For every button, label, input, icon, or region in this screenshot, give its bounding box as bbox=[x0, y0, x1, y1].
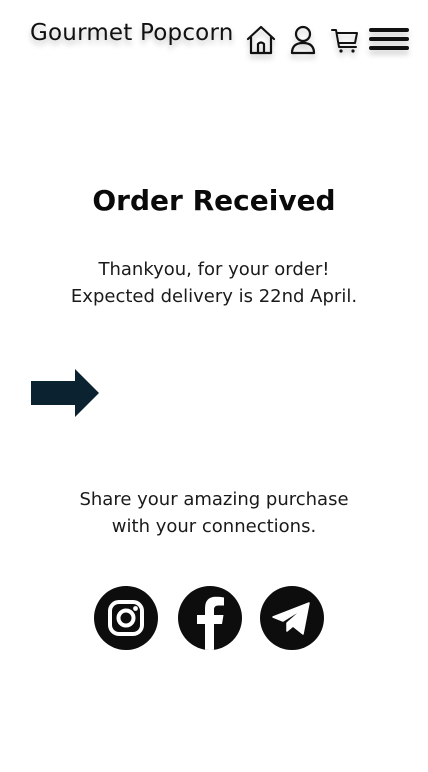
brand-title[interactable]: Gourmet Popcorn bbox=[30, 20, 233, 46]
share-text-line2: with your connections. bbox=[111, 516, 317, 537]
instagram-icon[interactable] bbox=[94, 586, 158, 650]
menu-icon[interactable] bbox=[368, 24, 410, 60]
arrow-right-icon[interactable] bbox=[30, 368, 100, 418]
share-text-line1: Share your amazing purchase bbox=[79, 489, 349, 510]
share-message: Share your amazing purchase with your co… bbox=[0, 486, 428, 540]
user-icon[interactable] bbox=[288, 22, 318, 58]
page-title: Order Received bbox=[92, 184, 336, 217]
thank-you-text: Thankyou, for your order! bbox=[98, 259, 330, 280]
order-message: Thankyou, for your order! Expected deliv… bbox=[0, 256, 428, 310]
delivery-text: Expected delivery is 22nd April. bbox=[70, 286, 358, 307]
facebook-icon[interactable] bbox=[178, 586, 242, 650]
telegram-icon[interactable] bbox=[260, 586, 324, 650]
cart-icon[interactable] bbox=[329, 22, 361, 58]
site-header: Gourmet Popcorn bbox=[0, 0, 428, 80]
home-icon[interactable] bbox=[245, 22, 277, 58]
